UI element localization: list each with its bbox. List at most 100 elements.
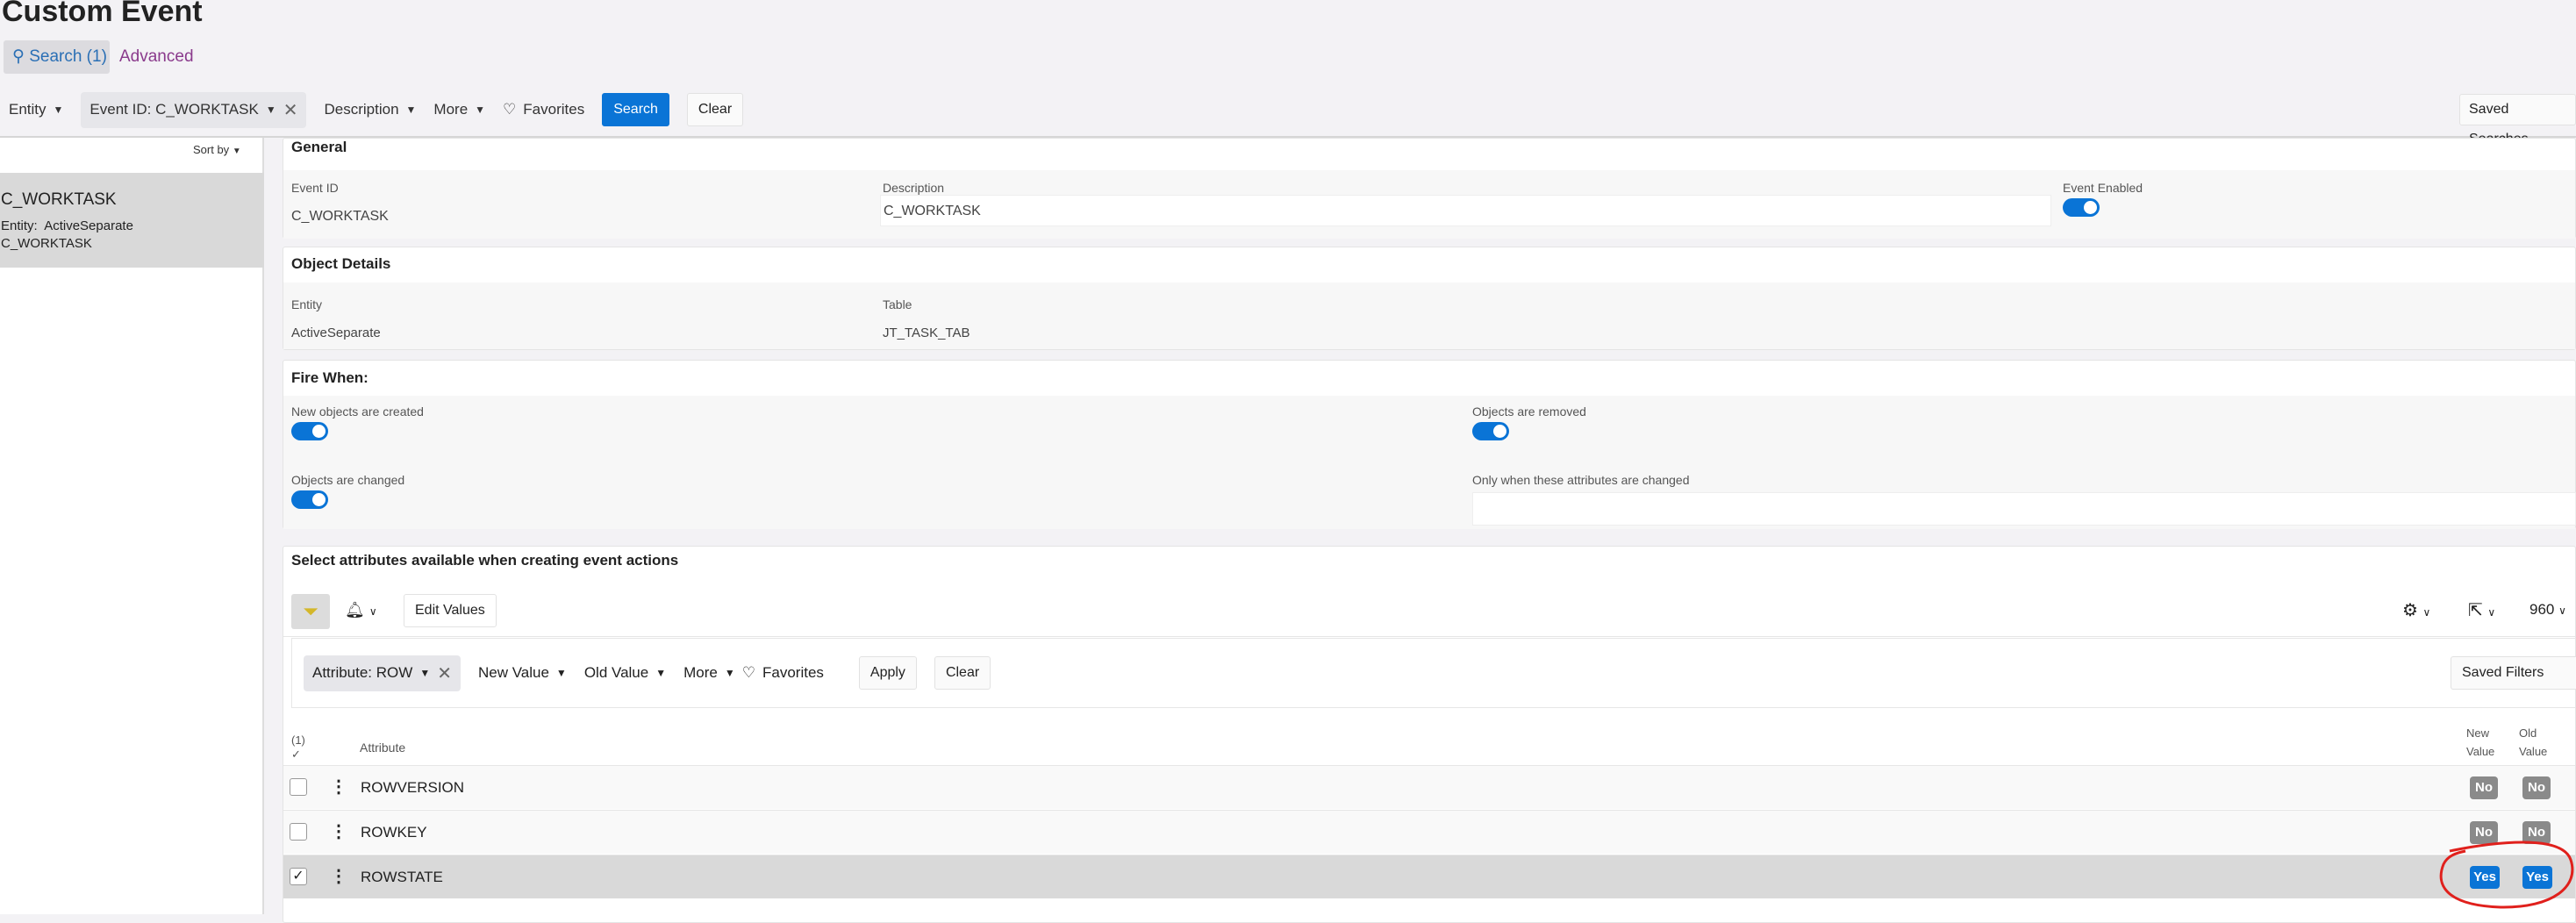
row-checkbox[interactable]: ✓ bbox=[290, 868, 307, 885]
attribute-name: ROWSTATE bbox=[361, 869, 443, 885]
attribute-name: ROWVERSION bbox=[361, 779, 465, 796]
kebab-menu-icon[interactable]: ⋮ bbox=[330, 865, 347, 887]
event-id-label: Event ID bbox=[291, 181, 339, 195]
sort-by-button[interactable]: Sort by ▼ bbox=[193, 143, 241, 156]
caret-down-icon: ▼ bbox=[419, 667, 431, 679]
kebab-menu-icon[interactable]: ⋮ bbox=[330, 820, 347, 842]
fire-when-header: Fire When: bbox=[291, 369, 369, 386]
saved-filters-button[interactable]: Saved Filters bbox=[2451, 656, 2576, 690]
sort-by-label: Sort by bbox=[193, 143, 230, 156]
only-when-label: Only when these attributes are changed bbox=[1472, 473, 1690, 487]
removed-label: Objects are removed bbox=[1472, 404, 1586, 419]
row-checkbox[interactable] bbox=[290, 778, 307, 796]
table-label: Table bbox=[883, 297, 912, 311]
general-header: General bbox=[291, 139, 347, 155]
search-icon: ⚲ bbox=[12, 47, 25, 66]
event-id-value: C_WORKTASK bbox=[291, 209, 389, 224]
entity-value: ActiveSeparate bbox=[291, 326, 381, 340]
chevron-down-icon: ∨ bbox=[2487, 606, 2496, 619]
entity-filter-label: Entity bbox=[9, 101, 47, 118]
description-value: C_WORKTASK bbox=[884, 204, 981, 218]
page-size-select[interactable]: 960 ∨ bbox=[2529, 601, 2566, 619]
table-row[interactable]: ✓ ⋮ ROWSTATE Yes Yes bbox=[283, 855, 2575, 898]
saved-searches-button[interactable]: Saved Searches bbox=[2459, 94, 2576, 147]
attribute-name: ROWKEY bbox=[361, 824, 427, 841]
description-filter[interactable]: Description ▼ bbox=[324, 101, 416, 118]
attributes-header: Select attributes available when creatin… bbox=[291, 552, 679, 569]
general-card: General Event ID C_WORKTASK Description … bbox=[283, 138, 2576, 239]
list-item-title: C_WORKTASK bbox=[1, 190, 117, 209]
tab-search-label: Search (1) bbox=[29, 47, 107, 66]
close-icon[interactable]: ✕ bbox=[283, 99, 298, 121]
filter-bar: Entity ▼ Event ID: C_WORKTASK ▼ ✕ Descripti… bbox=[0, 83, 2576, 138]
caret-down-icon: ▼ bbox=[655, 667, 667, 679]
selected-count[interactable]: (1) ✓ bbox=[291, 733, 305, 762]
list-item-entity-label: Entity: bbox=[1, 218, 38, 233]
attribute-filter-label: Attribute: ROW bbox=[312, 664, 413, 681]
table-value: JT_TASK_TAB bbox=[883, 326, 970, 340]
page-size-value: 960 bbox=[2529, 601, 2555, 618]
check-icon: ✓ bbox=[291, 748, 301, 761]
old-value-badge: No bbox=[2522, 776, 2551, 799]
entity-label: Entity bbox=[291, 297, 323, 311]
row-checkbox[interactable] bbox=[290, 823, 307, 841]
caret-down-icon: ▼ bbox=[555, 667, 567, 679]
col-attribute[interactable]: Attribute bbox=[360, 741, 405, 755]
heart-icon: ♡ bbox=[741, 664, 755, 681]
clear-button[interactable]: Clear bbox=[934, 656, 991, 690]
list-item[interactable]: C_WORKTASK Entity: ActiveSeparate C_WORK… bbox=[0, 173, 264, 268]
export-icon[interactable]: ⇱ ∨ bbox=[2468, 599, 2495, 621]
heart-icon: ♡ bbox=[503, 101, 517, 118]
favorites-button[interactable]: ♡ Favorites bbox=[503, 101, 584, 118]
object-details-card: Object Details Entity ActiveSeparate Tab… bbox=[283, 247, 2576, 350]
new-value-filter-label: New Value bbox=[477, 664, 549, 681]
attribute-filter-chip[interactable]: Attribute: ROW ▼ ✕ bbox=[304, 655, 461, 691]
created-toggle[interactable] bbox=[291, 422, 328, 440]
caret-down-icon: ▼ bbox=[405, 104, 417, 116]
only-when-field[interactable] bbox=[1472, 492, 2576, 526]
selected-count-label: (1) bbox=[291, 733, 305, 747]
removed-toggle[interactable] bbox=[1472, 422, 1509, 440]
caret-down-icon: ▼ bbox=[232, 147, 241, 156]
attribute-filter-bar: Attribute: ROW ▼ ✕ New Value ▼ Old Value ▼ M… bbox=[291, 638, 2576, 708]
new-value-filter[interactable]: New Value ▼ bbox=[478, 664, 567, 682]
tab-search[interactable]: ⚲ Search (1) bbox=[4, 40, 110, 74]
edit-values-button[interactable]: Edit Values bbox=[404, 594, 497, 627]
old-value-filter[interactable]: Old Value ▼ bbox=[584, 664, 666, 682]
tab-advanced[interactable]: Advanced bbox=[119, 40, 194, 74]
description-field[interactable]: C_WORKTASK bbox=[880, 195, 2051, 226]
chevron-down-icon: ∨ bbox=[2558, 605, 2566, 617]
fire-when-card: Fire When: New objects are created Objec… bbox=[283, 360, 2576, 529]
favorites-label: Favorites bbox=[523, 101, 585, 118]
event-enabled-toggle[interactable] bbox=[2063, 198, 2100, 217]
close-icon[interactable]: ✕ bbox=[437, 662, 452, 684]
caret-down-icon: ▼ bbox=[475, 104, 486, 116]
table-row[interactable]: ⋮ ROWKEY No No bbox=[283, 810, 2575, 854]
page-title: Custom Event bbox=[2, 0, 203, 28]
description-filter-label: Description bbox=[324, 101, 399, 118]
table-row[interactable]: ⋮ ROWVERSION No No bbox=[283, 765, 2575, 809]
search-button[interactable]: Search bbox=[602, 93, 669, 126]
changed-label: Objects are changed bbox=[291, 473, 405, 487]
more-filter-label: More bbox=[433, 101, 469, 118]
settings-icon[interactable]: ⚙ ∨ bbox=[2402, 599, 2430, 621]
col-new-value[interactable]: New Value bbox=[2466, 724, 2501, 761]
caret-down-icon: ▼ bbox=[265, 104, 276, 116]
more-filter[interactable]: More ▼ bbox=[433, 101, 485, 118]
caret-down-icon: ▼ bbox=[53, 104, 64, 116]
entity-filter[interactable]: Entity ▼ bbox=[9, 101, 63, 118]
kebab-menu-icon[interactable]: ⋮ bbox=[330, 776, 347, 798]
filter-icon[interactable]: ⏷ bbox=[291, 594, 330, 629]
event-enabled-label: Event Enabled bbox=[2063, 181, 2143, 195]
changed-toggle[interactable] bbox=[291, 490, 328, 509]
event-id-filter-label: Event ID: C_WORKTASK bbox=[89, 101, 259, 118]
list-item-sub: C_WORKTASK bbox=[1, 236, 92, 251]
favorites-button[interactable]: ♡ Favorites bbox=[742, 664, 824, 682]
bell-icon[interactable]: 🔔︎ ∨ bbox=[345, 601, 377, 619]
clear-button[interactable]: Clear bbox=[686, 93, 744, 126]
chevron-down-icon: ∨ bbox=[2422, 606, 2431, 619]
event-id-filter-chip[interactable]: Event ID: C_WORKTASK ▼ ✕ bbox=[81, 91, 307, 128]
apply-button[interactable]: Apply bbox=[858, 656, 917, 690]
col-old-value[interactable]: Old Value bbox=[2519, 724, 2554, 761]
more-filter[interactable]: More ▼ bbox=[683, 664, 735, 682]
